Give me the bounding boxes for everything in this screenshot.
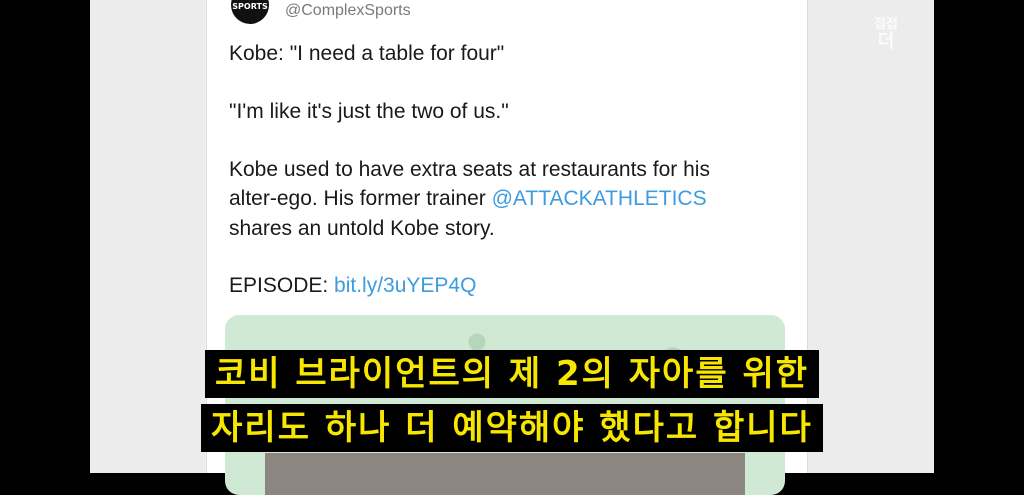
episode-label: EPISODE: xyxy=(229,274,335,297)
tweet-handle[interactable]: @ComplexSports xyxy=(285,2,411,20)
avatar-text: SPORTS xyxy=(232,2,268,11)
letterbox-left xyxy=(0,0,90,473)
tweet-line-2: "I'm like it's just the two of us." xyxy=(229,100,509,123)
watermark-bottom: 더 xyxy=(877,31,895,52)
tweet-line-3: Kobe used to have extra seats at restaur… xyxy=(229,158,710,181)
letterbox-right xyxy=(934,0,1024,473)
watermark-top: 접접 xyxy=(874,17,898,32)
tweet-episode-line: EPISODE: bit.ly/3uYEP4Q xyxy=(229,274,476,298)
background-panel-left xyxy=(90,0,205,473)
subtitle-line-1: 코비 브라이언트의 제 2의 자아를 위한 xyxy=(204,350,820,398)
subtitle-line-2: 자리도 하나 더 예약해야 했다고 합니다 xyxy=(201,404,823,452)
episode-link[interactable]: bit.ly/3uYEP4Q xyxy=(334,274,476,297)
tweet-line-4-text: alter-ego. His former trainer xyxy=(229,187,492,210)
channel-watermark: 접접 더 xyxy=(862,18,910,52)
background-panel-right xyxy=(806,0,934,473)
tweet-line-4: alter-ego. His former trainer @ATTACKATH… xyxy=(229,187,707,211)
avatar[interactable]: SPORTS xyxy=(231,0,269,24)
media-photo xyxy=(265,453,745,495)
tweet-line-1: Kobe: "I need a table for four" xyxy=(229,42,505,65)
subtitle-line-1-container: 코비 브라이언트의 제 2의 자아를 위한 xyxy=(0,350,1024,398)
tweet-card: SPORTS @ComplexSports Kobe: "I need a ta… xyxy=(206,0,808,495)
mention-link[interactable]: @ATTACKATHLETICS xyxy=(492,187,707,210)
subtitle-line-2-container: 자리도 하나 더 예약해야 했다고 합니다 xyxy=(0,404,1024,452)
tweet-line-5: shares an untold Kobe story. xyxy=(229,217,495,240)
